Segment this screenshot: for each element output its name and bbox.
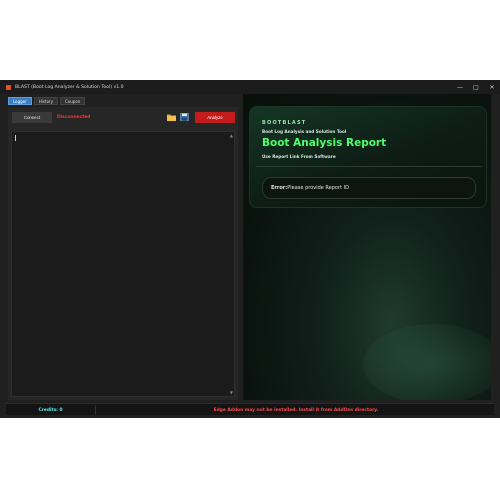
tab-bar: Logger History Coupon bbox=[8, 97, 86, 105]
close-icon[interactable]: ✕ bbox=[484, 80, 500, 94]
scroll-up-icon[interactable]: ▲ bbox=[230, 133, 233, 138]
background-glow bbox=[363, 324, 491, 400]
error-message: Please provide Report ID bbox=[287, 185, 349, 191]
addon-warning: Edge Addon may not be installed. Install… bbox=[213, 407, 379, 413]
report-card: BOOTBLAST Boot Log Analysis and Solution… bbox=[249, 106, 487, 208]
window-title: BLAST (Boot Log Analyzer & Solution Tool… bbox=[15, 84, 124, 90]
analyze-button[interactable]: Analyze bbox=[195, 112, 235, 123]
window-controls: — □ ✕ bbox=[452, 80, 500, 94]
minimize-icon[interactable]: — bbox=[452, 80, 468, 94]
connect-button[interactable]: Connect bbox=[12, 112, 52, 123]
log-textarea[interactable]: ▲ ▼ bbox=[11, 131, 235, 397]
maximize-icon[interactable]: □ bbox=[468, 80, 484, 94]
status-bar: Credits: 0 Edge Addon may not be install… bbox=[6, 403, 494, 415]
error-label: Error: bbox=[271, 185, 288, 191]
save-icon[interactable] bbox=[180, 113, 189, 121]
tab-history[interactable]: History bbox=[33, 97, 59, 105]
tab-logger[interactable]: Logger bbox=[8, 97, 32, 105]
connection-status: Disconnected bbox=[57, 115, 91, 120]
report-title: Boot Analysis Report bbox=[262, 137, 387, 149]
report-link-hint: Use Report Link From Software bbox=[262, 154, 336, 159]
brand-label: BOOTBLAST bbox=[262, 120, 307, 126]
report-subtitle: Boot Log Analysis and Solution Tool bbox=[262, 129, 347, 134]
folder-icon[interactable] bbox=[167, 113, 176, 121]
logger-toolbar: Connect Disconnected Analyze bbox=[8, 110, 238, 126]
scroll-down-icon[interactable]: ▼ bbox=[230, 390, 233, 395]
logger-panel: Connect Disconnected Analyze ▲ ▼ bbox=[8, 107, 238, 400]
tab-coupon[interactable]: Coupon bbox=[60, 97, 86, 105]
credits-counter: Credits: 0 bbox=[6, 405, 96, 415]
card-divider bbox=[256, 166, 482, 167]
app-logo-icon bbox=[6, 84, 11, 90]
report-panel: BOOTBLAST Boot Log Analysis and Solution… bbox=[243, 94, 491, 400]
error-message-box: Error: Please provide Report ID bbox=[262, 177, 476, 199]
app-window: BLAST (Boot Log Analyzer & Solution Tool… bbox=[0, 80, 500, 418]
title-bar: BLAST (Boot Log Analyzer & Solution Tool… bbox=[0, 80, 500, 94]
text-caret bbox=[15, 135, 16, 141]
